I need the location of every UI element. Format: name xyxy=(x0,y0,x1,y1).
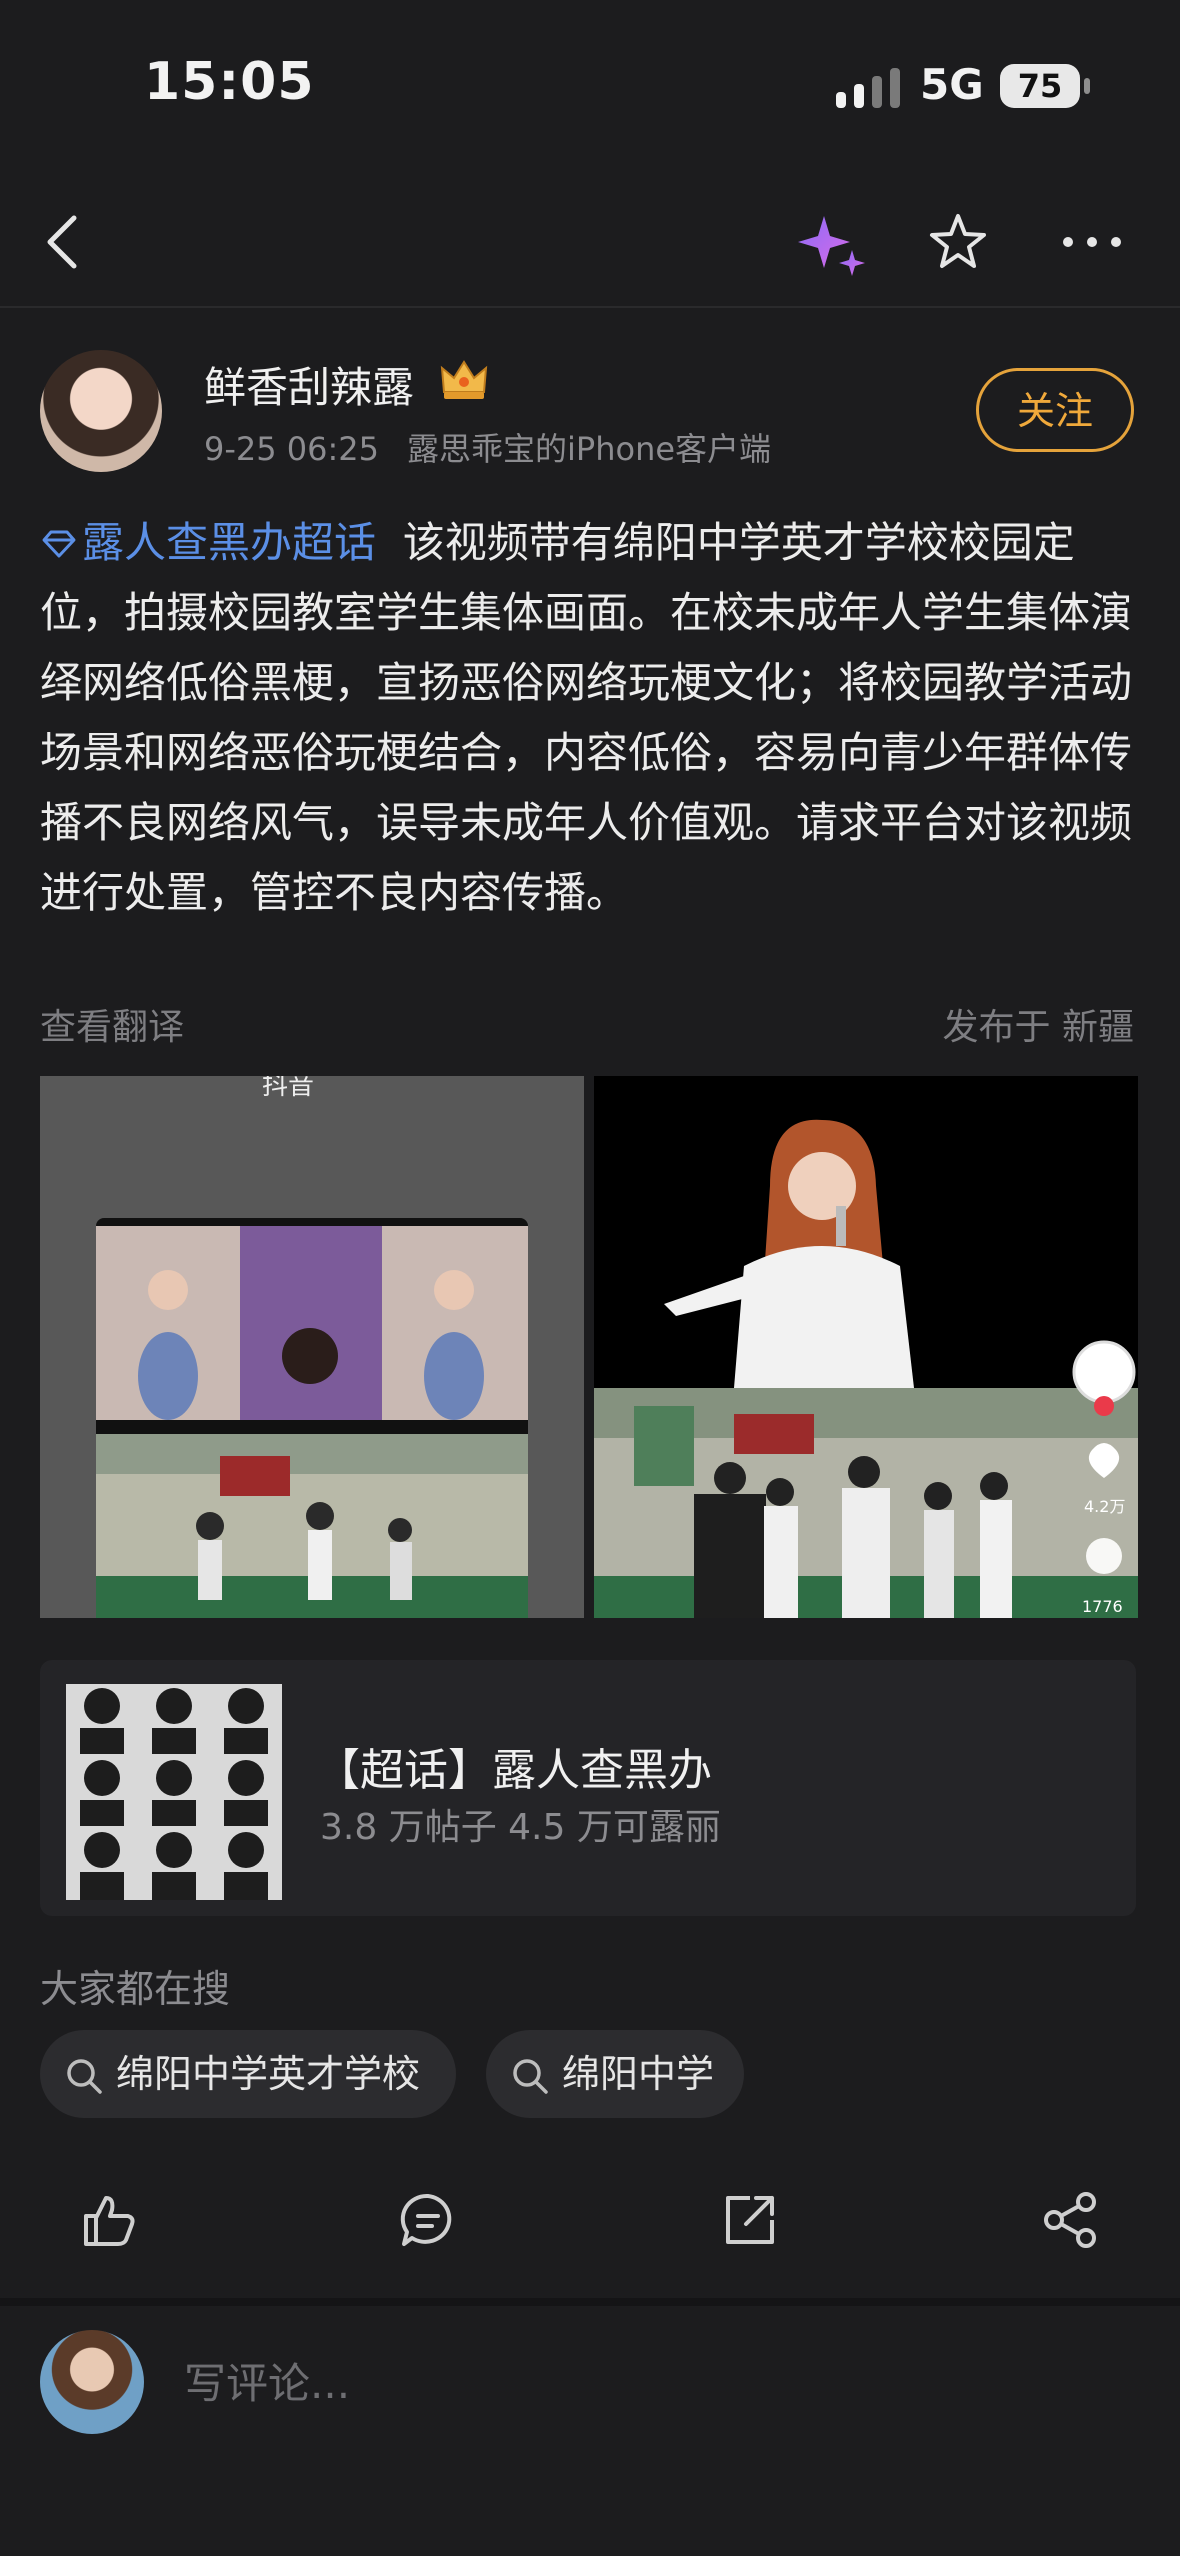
supertopic-title: 【超话】露人查黑办 xyxy=(316,1745,712,1796)
search-chip-2[interactable]: 绵阳中学 xyxy=(486,2030,744,2118)
post-location: 发布于 新疆 xyxy=(942,1007,1134,1048)
post-image-left[interactable]: 抖音 xyxy=(40,1076,584,1618)
back-icon[interactable] xyxy=(40,210,84,274)
repost-icon[interactable] xyxy=(720,2190,780,2250)
search-icon xyxy=(67,2059,102,2094)
action-bar-divider xyxy=(0,2298,1180,2306)
video-comment-count: 1776 xyxy=(1082,1597,1123,1616)
search-chip-label: 绵阳中学 xyxy=(562,2052,715,2096)
favorite-star-icon[interactable] xyxy=(926,210,990,274)
post-client: 露思乖宝的iPhone客户端 xyxy=(407,430,772,468)
post-body: 露人查黑办超话 该视频带有绵阳中学英才学校校园定位，拍摄校园教室学生集体画面。在… xyxy=(40,508,1140,928)
supertopic-card[interactable]: 【超话】露人查黑办 3.8 万帖子 4.5 万可露丽 xyxy=(40,1660,1136,1916)
vip-crown-icon xyxy=(440,360,488,399)
comment-icon[interactable] xyxy=(398,2190,458,2250)
follow-button[interactable]: 关注 xyxy=(976,368,1134,452)
supertopic-stats: 3.8 万帖子 4.5 万可露丽 xyxy=(320,1807,721,1848)
douyin-watermark: 抖音 xyxy=(262,1076,314,1101)
current-user-avatar xyxy=(40,2330,144,2434)
topic-link[interactable]: 露人查黑办超话 xyxy=(40,518,376,567)
author-name[interactable]: 鲜香刮辣露 xyxy=(204,354,414,415)
trending-search-heading: 大家都在搜 xyxy=(40,1967,231,2011)
post-date: 9-25 06:25 xyxy=(204,430,380,468)
search-icon xyxy=(513,2059,548,2094)
topic-label[interactable]: 露人查黑办超话 xyxy=(82,518,376,567)
comment-input[interactable]: 写评论... xyxy=(184,2350,350,2411)
post-image-right[interactable]: 4.2万 1776 xyxy=(594,1076,1138,1618)
video-like-count: 4.2万 xyxy=(1084,1497,1125,1516)
post-text: 该视频带有绵阳中学英才学校校园定位，拍摄校园教室学生集体画面。在校未成年人学生集… xyxy=(40,518,1133,917)
network-type: 5G xyxy=(920,60,984,109)
video-screenshot-left: 抖音 xyxy=(40,1076,584,1618)
video-screenshot-right: 4.2万 1776 xyxy=(594,1076,1138,1618)
translate-link[interactable]: 查看翻译 xyxy=(40,998,184,1050)
ai-sparkle-icon[interactable] xyxy=(790,210,870,280)
nav-divider xyxy=(0,306,1180,308)
signal-icon xyxy=(836,68,900,108)
supertopic-thumbnail xyxy=(66,1684,282,1900)
status-time: 15:05 xyxy=(144,52,315,112)
share-icon[interactable] xyxy=(1040,2190,1100,2250)
like-icon[interactable] xyxy=(78,2190,138,2250)
battery-icon: 75 xyxy=(1000,64,1090,108)
author-avatar[interactable] xyxy=(40,350,162,472)
search-chip-label: 绵阳中学英才学校 xyxy=(116,2052,421,2096)
search-chip-1[interactable]: 绵阳中学英才学校 xyxy=(40,2030,456,2118)
more-options-icon[interactable] xyxy=(1060,226,1124,258)
diamond-icon xyxy=(42,530,76,558)
post-meta: 9-25 06:25 露思乖宝的iPhone客户端 xyxy=(204,424,771,470)
